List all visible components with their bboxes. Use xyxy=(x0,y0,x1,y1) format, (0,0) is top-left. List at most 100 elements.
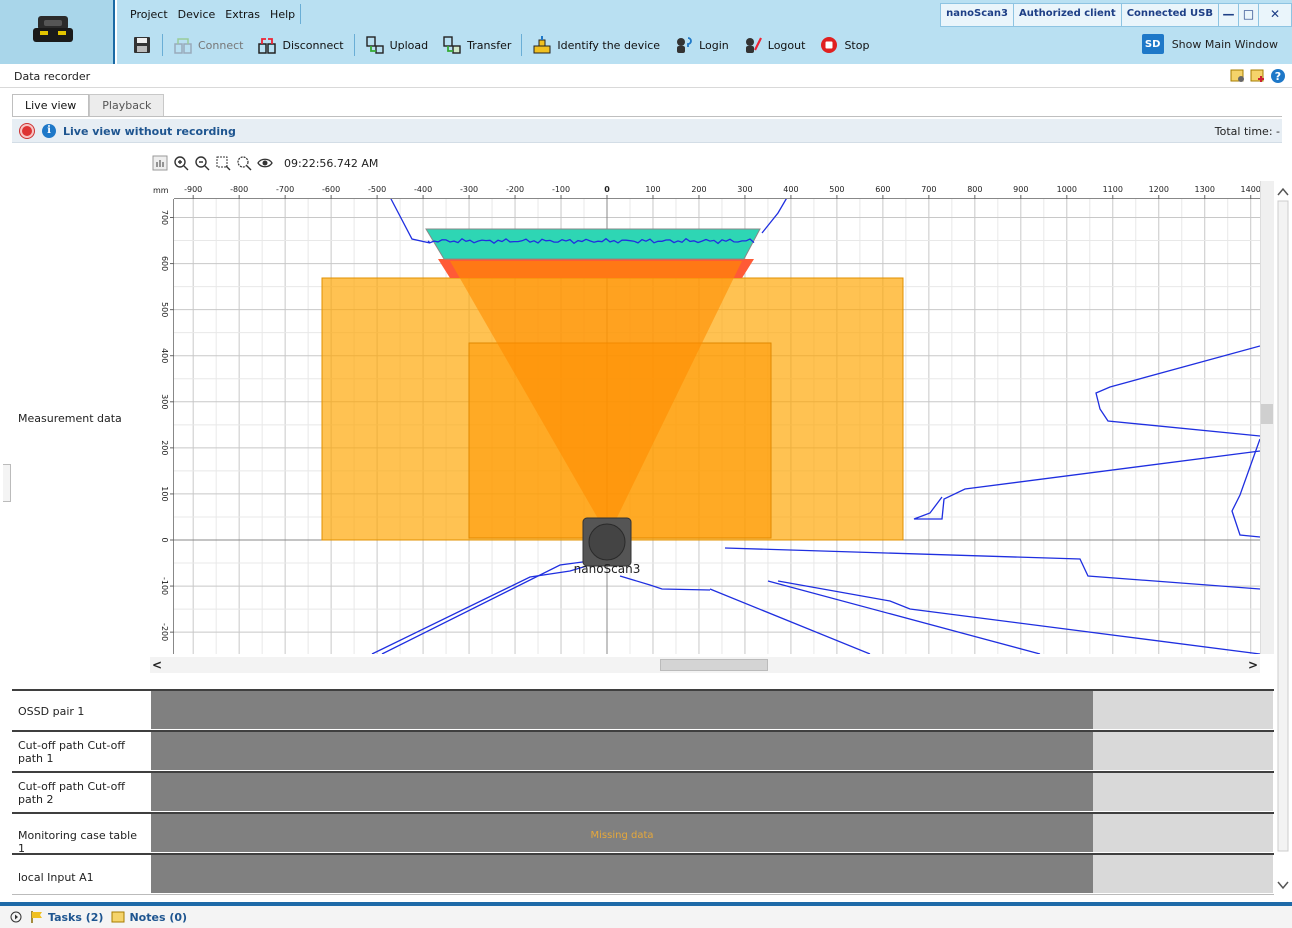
transfer-icon xyxy=(443,36,461,54)
tab-playback[interactable]: Playback xyxy=(89,94,165,116)
scan-line-far-2 xyxy=(913,450,1260,520)
total-time: Total time: - xyxy=(1214,125,1280,138)
menu-device[interactable]: Device xyxy=(173,8,221,21)
zoom-fit-icon[interactable] xyxy=(236,155,252,171)
close-button[interactable]: ✕ xyxy=(1259,4,1291,26)
scan-line-bottom xyxy=(619,575,711,591)
x-tick-label: 1400 xyxy=(1241,185,1260,194)
transfer-button[interactable]: Transfer xyxy=(435,31,518,59)
notes-button[interactable]: Notes (0) xyxy=(111,910,187,924)
tasks-button[interactable]: Tasks (2) xyxy=(30,910,103,924)
measurement-plot[interactable]: nanoScan3 xyxy=(150,181,1260,654)
x-tick-label: -900 xyxy=(184,185,202,194)
expand-icon[interactable] xyxy=(10,911,22,923)
menu-help[interactable]: Help xyxy=(265,8,300,21)
upload-icon xyxy=(365,36,384,54)
tab-divider xyxy=(12,116,1282,117)
scan-line-left xyxy=(389,196,431,244)
safety-designer-icon: SD xyxy=(1141,34,1164,54)
panel-title: Data recorder xyxy=(14,70,91,83)
row-label-local-input-a1: local Input A1 xyxy=(18,871,94,884)
menu-divider xyxy=(300,4,301,24)
plot-vertical-scroll-thumb[interactable] xyxy=(1261,404,1273,424)
minimize-button[interactable]: — xyxy=(1219,4,1239,26)
disconnect-button[interactable]: Disconnect xyxy=(250,31,350,59)
signal-empty xyxy=(1093,773,1273,811)
note-add-icon[interactable] xyxy=(1250,68,1266,84)
signal-bar-ossd-pair-1 xyxy=(151,691,1093,729)
connect-button[interactable]: Connect xyxy=(166,31,250,59)
bottom-panel: Tasks (2) Notes (0) xyxy=(0,906,1292,928)
login-button[interactable]: Login xyxy=(667,31,736,59)
device-label: nanoScan3 xyxy=(574,562,641,576)
identify-device-button[interactable]: Identify the device xyxy=(525,31,667,59)
record-icon[interactable] xyxy=(20,124,34,138)
menu-project[interactable]: Project xyxy=(125,8,173,21)
y-ruler: 700 600 500 400 300 200 100 0 -100 -200 xyxy=(150,181,174,654)
maximize-button[interactable]: □ xyxy=(1239,4,1259,26)
menu-extras[interactable]: Extras xyxy=(220,8,265,21)
tab-live-view[interactable]: Live view xyxy=(12,94,90,116)
upload-button[interactable]: Upload xyxy=(358,31,436,59)
connect-icon xyxy=(174,38,192,54)
x-tick-label: 1100 xyxy=(1103,185,1123,194)
x-tick-label: 1300 xyxy=(1195,185,1215,194)
identify-device-label: Identify the device xyxy=(557,38,661,52)
logout-button[interactable]: Logout xyxy=(736,31,813,59)
x-tick-label: 400 xyxy=(783,185,798,194)
reference-contour xyxy=(425,228,761,260)
connection-state: Connected USB xyxy=(1122,4,1219,26)
stop-label: Stop xyxy=(844,38,870,52)
plot-horizontal-scroll-thumb[interactable] xyxy=(660,659,768,671)
eye-icon[interactable] xyxy=(257,155,273,171)
y-tick-label: 400 xyxy=(160,348,169,363)
y-tick-label: 700 xyxy=(160,210,169,225)
help-icon[interactable]: ? xyxy=(1270,68,1286,84)
app-logo xyxy=(0,0,115,64)
x-tick-label: 600 xyxy=(875,185,890,194)
note-view-icon[interactable] xyxy=(1230,68,1246,84)
signal-bar-cutoff-path-1 xyxy=(151,732,1093,770)
live-status-label: Live view without recording xyxy=(63,125,236,138)
zoom-area-icon[interactable] xyxy=(215,155,231,171)
x-tick-label: -700 xyxy=(276,185,294,194)
show-main-window-label: Show Main Window xyxy=(1171,37,1278,51)
scan-line-far-1 xyxy=(1095,345,1260,437)
connection-status: nanoScan3 Authorized client Connected US… xyxy=(940,3,1292,27)
panel-title-bar xyxy=(0,66,1292,88)
y-tick-label: -100 xyxy=(160,577,169,595)
save-icon xyxy=(134,37,150,53)
x-tick-label: 500 xyxy=(829,185,844,194)
scan-plot-svg: nanoScan3 xyxy=(150,181,1260,654)
page-vertical-scrollbar[interactable] xyxy=(1274,181,1292,896)
signal-bar-cutoff-path-2 xyxy=(151,773,1093,811)
stop-icon xyxy=(821,37,838,53)
zoom-in-icon[interactable] xyxy=(173,155,189,171)
missing-data-note: Missing data xyxy=(590,830,654,841)
stop-button[interactable]: Stop xyxy=(812,31,876,59)
info-icon: i xyxy=(42,124,56,138)
x-tick-label: 300 xyxy=(737,185,752,194)
flag-icon xyxy=(31,911,42,923)
zoom-out-icon[interactable] xyxy=(194,155,210,171)
scroll-left-icon[interactable]: < xyxy=(152,658,162,672)
scroll-right-icon[interactable]: > xyxy=(1248,658,1258,672)
pan-icon[interactable] xyxy=(152,155,168,171)
tasks-label: Tasks (2) xyxy=(48,910,104,924)
chart-toolbar: 09:22:56.742 AM xyxy=(152,155,378,171)
scan-line-right-fan-3 xyxy=(709,588,871,654)
save-button[interactable] xyxy=(125,31,159,59)
x-tick-label: -200 xyxy=(506,185,524,194)
x-tick-label: -500 xyxy=(368,185,386,194)
toolbar-divider xyxy=(353,34,355,56)
show-main-window-button[interactable]: SD Show Main Window xyxy=(1141,34,1278,54)
side-panel-handle[interactable] xyxy=(3,464,11,502)
disconnect-label: Disconnect xyxy=(282,38,344,52)
upload-label: Upload xyxy=(389,38,429,52)
scan-line-left-fan-2 xyxy=(381,560,591,654)
x-tick-label: 1200 xyxy=(1149,185,1169,194)
client-status: Authorized client xyxy=(1014,4,1122,26)
x-ruler: -900 -800 -700 -600 -500 -400 -300 -200 -100 0 100… xyxy=(150,181,1261,199)
notes-label: Notes (0) xyxy=(129,910,188,924)
scan-line-right-fan xyxy=(777,580,1260,654)
